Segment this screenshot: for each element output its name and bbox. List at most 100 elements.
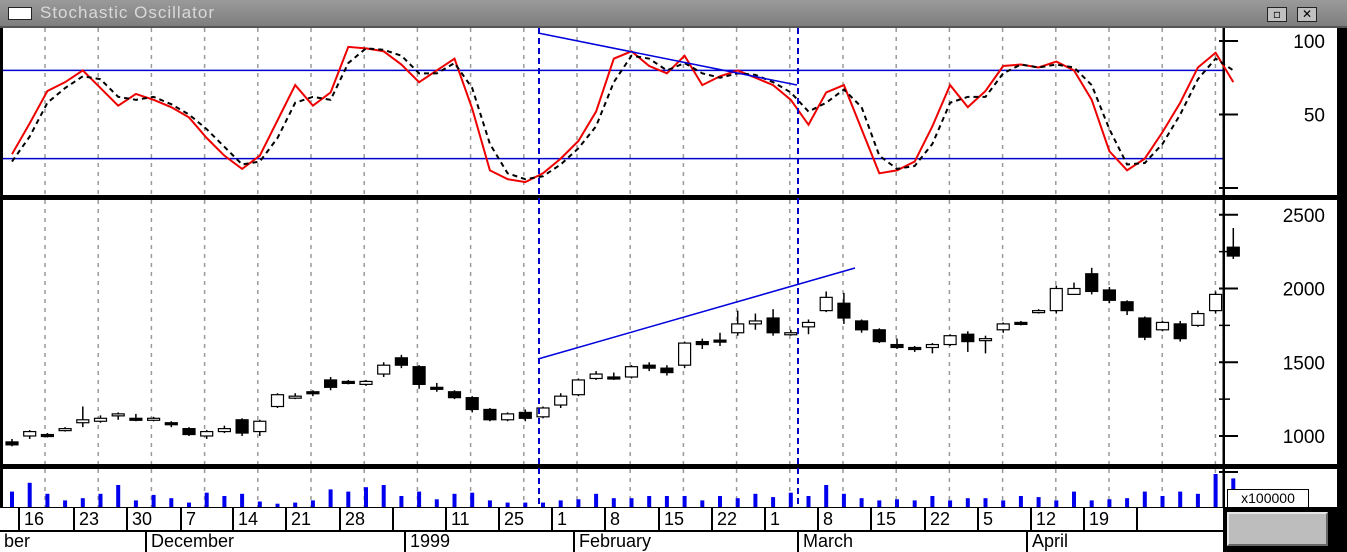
candle [182, 428, 196, 436]
volume-bar [611, 498, 616, 507]
candle [93, 417, 108, 422]
date-day-label: 8 [604, 508, 658, 530]
date-month-label: 1999 [404, 530, 573, 552]
candle [1014, 321, 1028, 326]
date-day-label: 11 [445, 508, 498, 530]
candle [324, 379, 338, 388]
candle [713, 339, 727, 343]
volume-bar [541, 502, 545, 507]
volume-bar [452, 493, 457, 507]
candle [40, 433, 55, 438]
volume-bar [594, 493, 599, 507]
volume-bar [1072, 491, 1076, 507]
volume-bar [434, 499, 439, 507]
volume-bar [753, 493, 758, 507]
oscillator-panel [3, 28, 1223, 195]
scroll-box[interactable] [1227, 512, 1328, 546]
chart-canvas: 50 100 1000 1500 2000 2500 [3, 28, 1337, 508]
volume-bar [948, 500, 953, 507]
volume-bar [771, 497, 776, 507]
date-month-label: December [145, 530, 404, 552]
volume-bar [859, 498, 864, 507]
candle [200, 430, 214, 437]
volume-bar [735, 498, 740, 507]
candle [501, 413, 515, 421]
volume-bar [1036, 497, 1041, 507]
volume-bar [1178, 491, 1183, 507]
volume-bar [45, 493, 50, 507]
date-month-label: April [1026, 530, 1223, 552]
date-day-label [1136, 508, 1190, 530]
candle [784, 332, 798, 336]
volume-bar [487, 500, 492, 507]
candle [766, 317, 780, 334]
volume-bar [1125, 498, 1130, 507]
volume-bar [98, 493, 103, 507]
candle [341, 380, 355, 385]
candle [1049, 287, 1063, 312]
date-day-label: 5 [977, 508, 1030, 530]
candle [854, 320, 869, 331]
candle [253, 420, 267, 433]
candle [447, 391, 462, 399]
volume-bar [700, 500, 705, 507]
candle [58, 428, 72, 432]
candle [890, 343, 904, 349]
date-day-label: 15 [870, 508, 924, 530]
date-day-label: 19 [1083, 508, 1136, 530]
candle [925, 343, 940, 349]
volume-bar [80, 498, 85, 507]
volume-bar [364, 487, 368, 507]
volume-bar [983, 498, 988, 507]
candle [1085, 273, 1099, 293]
volume-bar [133, 500, 138, 507]
candle [1226, 246, 1240, 257]
stochastic-oscillator-window: Stochastic Oscillator ▫ ✕ 50 100 1000 1500 2… [0, 0, 1347, 552]
date-day-label [392, 508, 445, 530]
volume-bar [240, 493, 245, 507]
volume-bar [788, 492, 793, 507]
candle [129, 417, 143, 421]
osc-tick-label: 50 [1304, 106, 1325, 127]
volume-bar [10, 491, 14, 507]
volume-bar [1089, 500, 1094, 507]
volume-bar [1018, 496, 1023, 507]
volume-bar [682, 496, 687, 507]
candle [164, 422, 178, 426]
candle [270, 394, 285, 408]
candle [306, 391, 320, 395]
candle [359, 380, 373, 385]
date-month-label: March [797, 530, 1026, 552]
volume-bar [1142, 491, 1147, 507]
volume-bar [558, 500, 563, 507]
volume-bar [647, 496, 652, 507]
candle [1173, 323, 1187, 340]
volume-bar [523, 502, 528, 507]
volume-bar [275, 503, 280, 507]
price-tick-label: 2500 [1283, 206, 1325, 227]
candle [677, 342, 692, 366]
date-month-label: ber [4, 531, 31, 551]
volume-bar [381, 485, 386, 507]
candle [978, 338, 993, 342]
date-day-label: 22 [924, 508, 977, 530]
date-day-label: 28 [339, 508, 392, 530]
candle [695, 341, 709, 346]
candle [288, 395, 302, 399]
osc-tick-label: 100 [1293, 32, 1325, 53]
volume-bar [505, 502, 510, 507]
candle [731, 323, 745, 334]
volume-bar [718, 496, 722, 507]
candle [518, 411, 532, 419]
date-day-label: 7 [180, 508, 232, 530]
candle [943, 335, 957, 346]
price-tick-label: 1000 [1283, 427, 1325, 448]
candle [607, 376, 621, 380]
candle [571, 379, 586, 396]
candle [394, 357, 408, 366]
candle [23, 430, 37, 437]
date-day-label: 15 [658, 508, 711, 530]
volume-bar [1107, 499, 1112, 507]
date-day-label: 14 [232, 508, 285, 530]
candle [1155, 321, 1170, 331]
